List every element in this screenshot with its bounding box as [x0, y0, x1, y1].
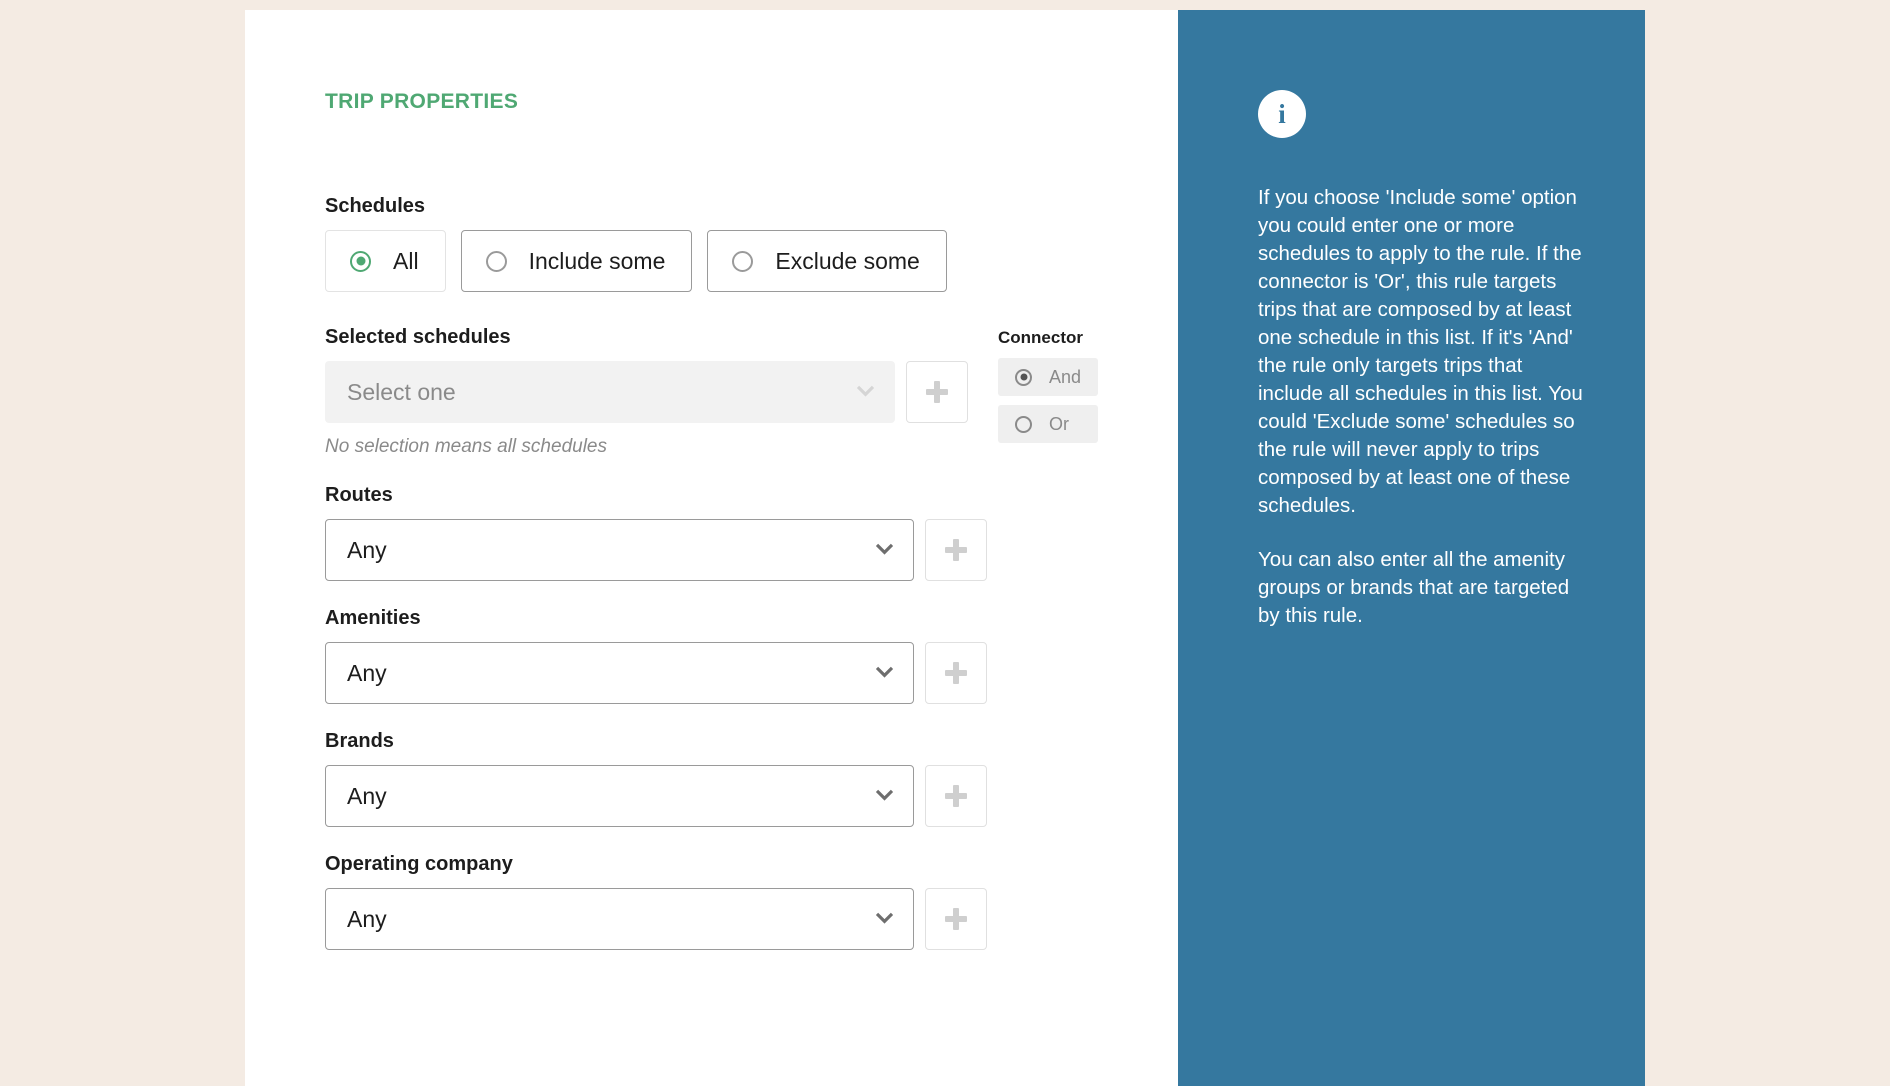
radio-card-exclude-some[interactable]: Exclude some: [707, 230, 947, 292]
routes-select[interactable]: Any: [325, 519, 914, 581]
plus-icon: [945, 908, 967, 930]
info-paragraph-1: If you choose 'Include some' option you …: [1258, 186, 1583, 517]
page-title: TRIP PROPERTIES: [325, 90, 519, 113]
connector-block: Connector And Or: [998, 326, 1098, 452]
selected-schedules-input-row: Select one: [325, 361, 968, 423]
page-viewport: TRIP PROPERTIES Schedules All Include so…: [0, 0, 1890, 1086]
field-routes: Routes Any: [325, 484, 1125, 581]
chevron-down-icon: [876, 664, 893, 681]
add-schedule-button[interactable]: [906, 361, 968, 423]
amenities-value: Any: [347, 659, 387, 686]
routes-input-row: Any: [325, 519, 1125, 581]
form-body: Schedules All Include some Exclude some: [325, 195, 1125, 950]
plus-icon: [945, 539, 967, 561]
radio-icon-all: [350, 250, 371, 272]
connector-label-and: And: [1049, 366, 1082, 387]
plus-icon: [926, 381, 948, 403]
add-operating-company-button[interactable]: [925, 888, 987, 950]
selected-schedules-label: Selected schedules: [325, 326, 511, 348]
selected-schedules-hint: No selection means all schedules: [325, 436, 607, 457]
selected-schedules-value: Select one: [347, 378, 456, 405]
selected-schedules-block: Selected schedules Select one No selecti…: [325, 326, 968, 458]
add-route-button[interactable]: [925, 519, 987, 581]
field-operating-company: Operating company Any: [325, 853, 1125, 950]
radio-label-all: All: [393, 247, 419, 274]
field-brands: Brands Any: [325, 730, 1125, 827]
radio-card-include-some[interactable]: Include some: [460, 230, 693, 292]
add-amenity-button[interactable]: [925, 642, 987, 704]
info-paragraph-2: You can also enter all the amenity group…: [1258, 548, 1570, 627]
chevron-down-icon: [876, 541, 893, 558]
connector-option-and[interactable]: And: [998, 358, 1098, 396]
field-amenities: Amenities Any: [325, 607, 1125, 704]
brands-value: Any: [347, 782, 387, 809]
radio-label-exclude-some: Exclude some: [775, 247, 920, 274]
schedules-radio-group: All Include some Exclude some: [325, 230, 1125, 292]
add-brand-button[interactable]: [925, 765, 987, 827]
selected-schedules-select[interactable]: Select one: [325, 361, 895, 423]
brands-label: Brands: [325, 730, 394, 752]
radio-icon-and: [1015, 368, 1032, 386]
radio-icon-exclude-some: [732, 250, 754, 272]
plus-icon: [945, 785, 967, 807]
routes-value: Any: [347, 536, 387, 563]
operating-company-label: Operating company: [325, 853, 513, 875]
info-icon-glyph: i: [1278, 98, 1286, 129]
routes-label: Routes: [325, 484, 393, 506]
brands-select[interactable]: Any: [325, 765, 914, 827]
radio-icon-or: [1015, 415, 1032, 433]
brands-input-row: Any: [325, 765, 1125, 827]
chevron-down-icon: [876, 910, 893, 927]
schedules-label: Schedules: [325, 195, 426, 217]
trip-properties-card: TRIP PROPERTIES Schedules All Include so…: [245, 10, 1645, 1086]
amenities-input-row: Any: [325, 642, 1125, 704]
operating-company-value: Any: [347, 905, 387, 932]
radio-icon-include-some: [485, 250, 507, 272]
amenities-select[interactable]: Any: [325, 642, 914, 704]
connector-label-or: Or: [1049, 413, 1069, 434]
info-icon: i: [1258, 90, 1306, 138]
selected-schedules-row: Selected schedules Select one No selecti…: [325, 326, 1125, 458]
info-panel: i If you choose 'Include some' option yo…: [1178, 10, 1645, 1086]
plus-icon: [945, 662, 967, 684]
radio-label-include-some: Include some: [528, 247, 666, 274]
operating-company-select[interactable]: Any: [325, 888, 914, 950]
operating-company-input-row: Any: [325, 888, 1125, 950]
amenities-label: Amenities: [325, 607, 421, 629]
radio-card-all[interactable]: All: [325, 230, 446, 292]
chevron-down-icon: [876, 787, 893, 804]
connector-option-or[interactable]: Or: [998, 405, 1098, 443]
chevron-down-icon: [857, 383, 874, 400]
connector-label: Connector: [998, 328, 1083, 347]
form-column: TRIP PROPERTIES Schedules All Include so…: [245, 10, 1178, 1086]
